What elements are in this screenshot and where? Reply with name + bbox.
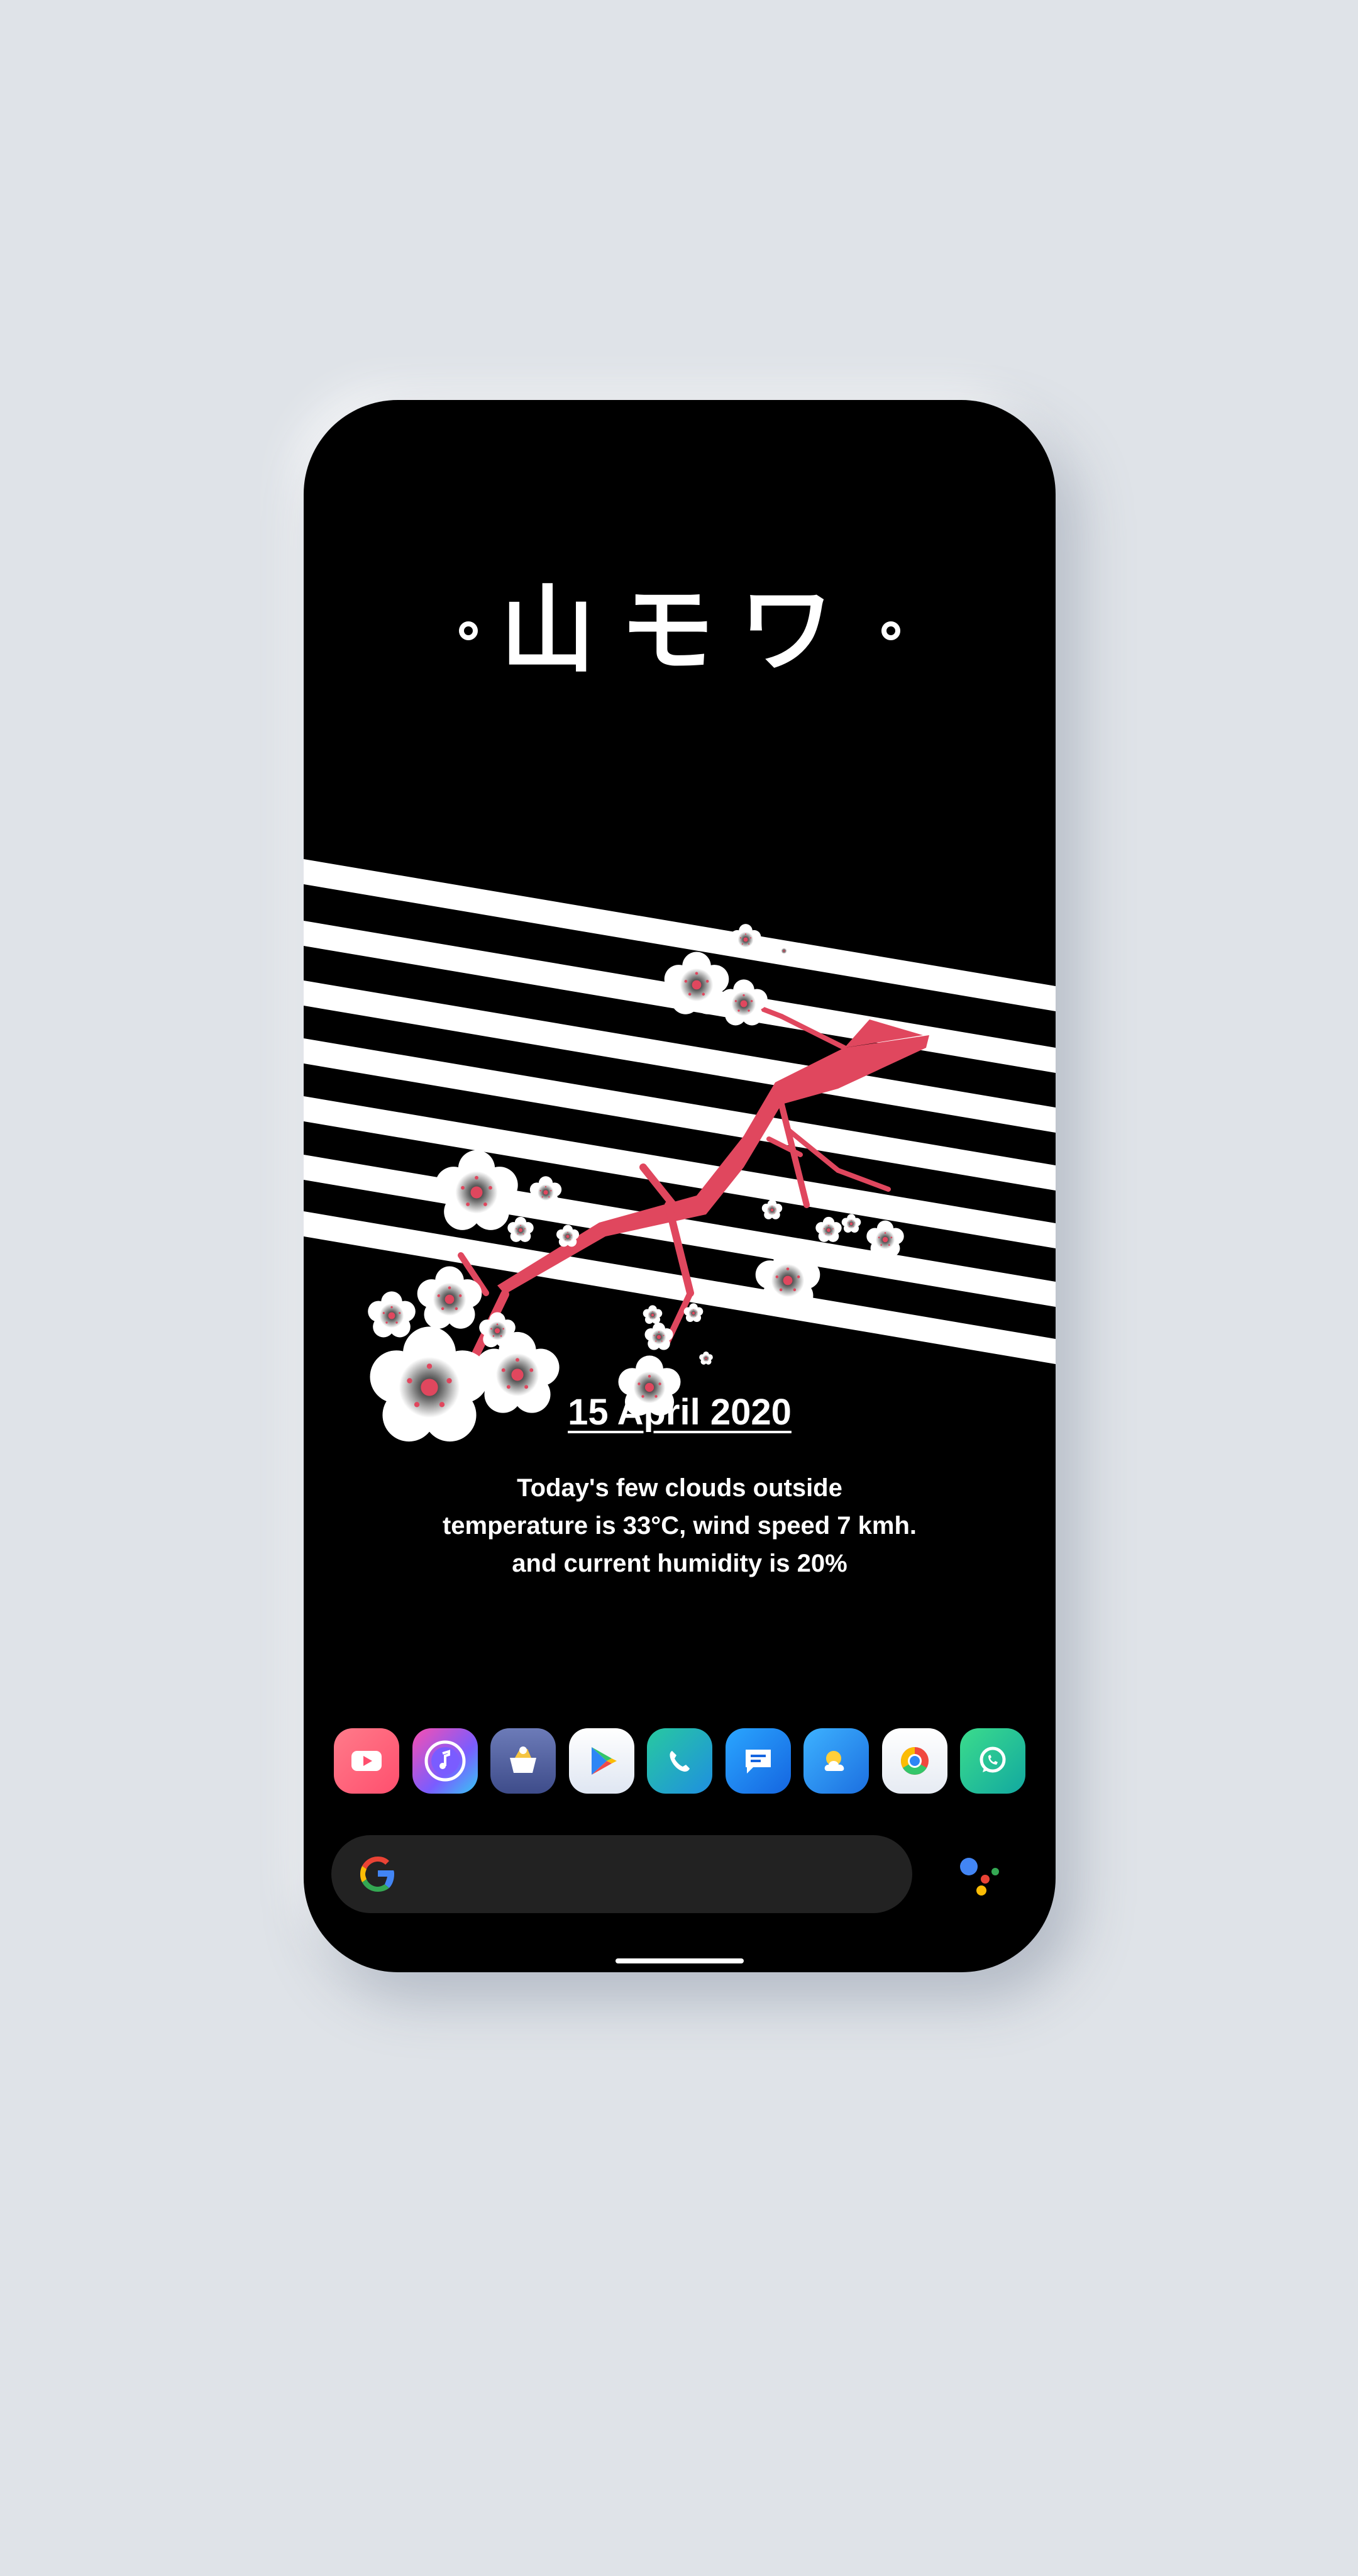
google-search-bar[interactable] bbox=[331, 1835, 912, 1913]
home-screen: 山モワ 15 April 2020 Today's few clouds out… bbox=[304, 400, 1056, 1972]
google-icon bbox=[360, 1857, 394, 1892]
stripes bbox=[304, 859, 1056, 1364]
title-widget: 山モワ bbox=[304, 571, 1056, 684]
title-dot-left bbox=[458, 621, 478, 640]
weather-icon bbox=[824, 1751, 844, 1771]
title-dot-right bbox=[881, 621, 900, 640]
messages-icon bbox=[745, 1750, 771, 1774]
youtube-app[interactable] bbox=[334, 1728, 399, 1794]
play-store-app[interactable] bbox=[568, 1728, 634, 1794]
phone-frame: 山モワ 15 April 2020 Today's few clouds out… bbox=[304, 400, 1056, 1972]
weather-line-2: temperature is 33°C, wind speed 7 kmh. bbox=[442, 1512, 917, 1540]
weather-line-1: Today's few clouds outside bbox=[517, 1474, 842, 1502]
play-store-icon bbox=[591, 1747, 617, 1775]
weather-line-3: and current humidity is 20% bbox=[512, 1550, 847, 1577]
shop-icon bbox=[510, 1746, 536, 1773]
messages-app[interactable] bbox=[725, 1728, 791, 1794]
music-icon bbox=[424, 1740, 465, 1782]
whatsapp-app[interactable] bbox=[960, 1728, 1025, 1794]
weather-summary[interactable]: Today's few clouds outside temperature i… bbox=[379, 1469, 980, 1582]
music-app[interactable] bbox=[412, 1728, 478, 1794]
shop-app[interactable] bbox=[490, 1728, 556, 1794]
phone-app[interactable] bbox=[647, 1728, 712, 1794]
home-indicator[interactable] bbox=[616, 1958, 744, 1963]
weather-app[interactable] bbox=[803, 1728, 869, 1794]
title-text: 山モワ bbox=[500, 575, 859, 686]
app-dock bbox=[334, 1728, 1025, 1794]
youtube-icon bbox=[351, 1751, 382, 1771]
chrome-icon bbox=[900, 1747, 929, 1775]
whatsapp-icon bbox=[980, 1746, 1006, 1773]
date-label[interactable]: 15 April 2020 bbox=[304, 1391, 1056, 1433]
phone-icon bbox=[670, 1751, 690, 1772]
google-assistant-icon[interactable] bbox=[955, 1853, 1005, 1897]
chrome-app[interactable] bbox=[881, 1728, 947, 1794]
